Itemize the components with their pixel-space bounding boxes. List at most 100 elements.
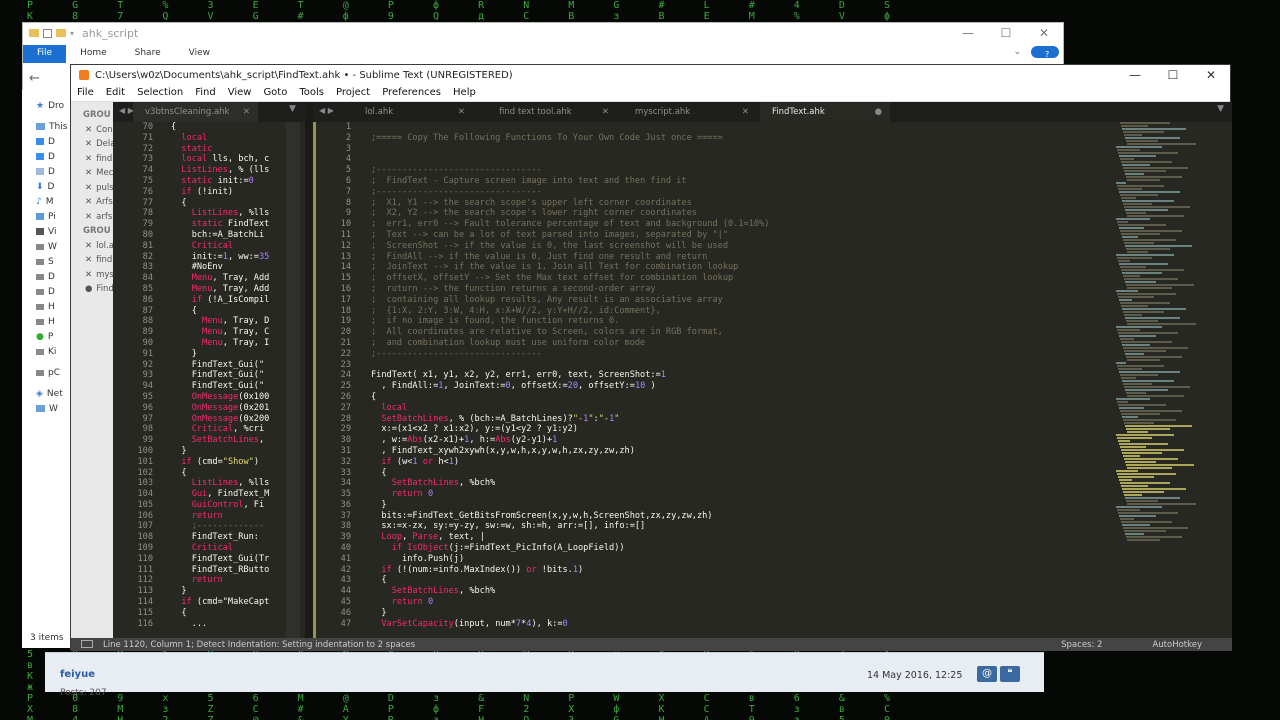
code-line[interactable]: ; if no image is found, the function ret… [371, 316, 769, 327]
code-line[interactable]: ; X1, Y1 --> the search scope's upper le… [371, 198, 769, 209]
close-icon[interactable]: ✕ [85, 139, 92, 149]
code-text[interactable]: { local static local lls, bch, c ListLin… [171, 122, 269, 629]
code-line[interactable]: ; FindAll --> if the value is 0, Just fi… [371, 252, 769, 263]
nav-item[interactable]: Pi [22, 209, 70, 224]
code-line[interactable]: OnMessage(0x100 [171, 392, 270, 403]
code-line[interactable]: SetBatchLines, %bch% [371, 586, 769, 597]
code-line[interactable]: #NoEnv [171, 262, 269, 273]
tab-share[interactable]: Share [121, 45, 175, 63]
close-icon[interactable]: ✕ [85, 241, 92, 251]
menu-find[interactable]: Find [189, 85, 222, 101]
code-line[interactable]: FindText_Gui(" [171, 381, 269, 392]
tab-menu-icon[interactable]: ▼ [1217, 104, 1224, 114]
code-line[interactable]: sx:=x-zx, sy:=y-zy, sw:=w, sh:=h, arr:=[… [371, 521, 769, 532]
sidebar-file[interactable]: ✕ lol.a [71, 239, 113, 254]
code-line[interactable]: Gui, FindText_M [171, 489, 270, 500]
menu-selection[interactable]: Selection [131, 85, 189, 101]
code-line[interactable]: ;===== Copy The Following Functions To Y… [371, 133, 769, 144]
code-line[interactable]: ... [171, 619, 269, 630]
menu-project[interactable]: Project [330, 85, 376, 101]
code-line[interactable]: ; offsetX, offsetY --> Set the Max text … [371, 273, 769, 284]
code-line[interactable]: } [371, 608, 769, 619]
nav-item[interactable]: Vi [22, 224, 70, 239]
code-line[interactable]: Loop, Parse, text, | [371, 532, 769, 543]
nav-item[interactable]: D [22, 164, 70, 179]
code-line[interactable]: return [171, 575, 269, 586]
code-line[interactable]: OnMessage(0x201 [171, 403, 270, 414]
code-line[interactable]: SetBatchLines, %bch% [371, 478, 769, 489]
code-line[interactable]: static [171, 144, 269, 155]
maximize-button[interactable]: ☐ [987, 23, 1025, 43]
code-line[interactable]: if IsObject(j:=FindText_PicInfo(A_LoopFi… [371, 543, 769, 554]
code-line[interactable]: if (!A_IsCompil [171, 295, 270, 306]
code-line[interactable]: FindText_Gui(Tr [171, 554, 270, 565]
tab-findtext[interactable]: FindText.ahk ● [760, 102, 890, 122]
close-icon[interactable]: ✕ [602, 102, 609, 122]
nav-item[interactable]: D [22, 284, 70, 299]
minimap-left[interactable] [286, 122, 300, 638]
code-line[interactable]: if (!init) [171, 187, 269, 198]
code-line[interactable]: { [171, 122, 269, 133]
code-line[interactable]: } [171, 586, 269, 597]
forum-username[interactable]: feiyue [60, 669, 95, 680]
menu-view[interactable]: View [222, 85, 258, 101]
quote-button[interactable]: ❝ [1000, 666, 1020, 682]
code-line[interactable]: local [171, 133, 269, 144]
code-line[interactable]: Menu, Tray, I [171, 338, 269, 349]
code-line[interactable]: ;-------------------------------- [371, 187, 769, 198]
code-line[interactable]: FindText_Gui(" [171, 370, 269, 381]
code-line[interactable]: FindText_Gui(" [171, 360, 269, 371]
close-icon[interactable]: ✕ [85, 212, 92, 222]
code-line[interactable]: ; X2, Y2 --> the search scope's lower ri… [371, 208, 769, 219]
code-line[interactable]: } [171, 446, 269, 457]
sidebar-file-active[interactable]: ● Find [71, 282, 113, 297]
close-icon[interactable]: ✕ [85, 168, 92, 178]
nav-item[interactable]: ◈ Net [22, 386, 70, 401]
code-line[interactable]: , FindAll:=1, JoinText:=0, offsetX:=20, … [371, 381, 769, 392]
code-line[interactable]: if (cmd="MakeCapt [171, 597, 269, 608]
menu-edit[interactable]: Edit [100, 85, 131, 101]
code-line[interactable]: local lls, bch, c [171, 154, 269, 165]
code-line[interactable]: { [171, 198, 269, 209]
nav-item[interactable]: H [22, 299, 70, 314]
nav-item[interactable]: W [22, 239, 70, 254]
code-line[interactable]: ListLines, % (lls [171, 165, 269, 176]
close-icon[interactable]: ✕ [85, 125, 92, 135]
sidebar-file[interactable]: ✕ puls [71, 181, 113, 196]
menu-tools[interactable]: Tools [293, 85, 330, 101]
code-line[interactable]: return [171, 511, 269, 522]
code-line[interactable]: local [371, 403, 769, 414]
sidebar-file[interactable]: ✕ mys [71, 268, 113, 283]
code-line[interactable] [371, 144, 769, 155]
code-line[interactable]: { [171, 306, 269, 317]
menu-file[interactable]: File [71, 85, 100, 101]
dirty-dot-icon[interactable]: ● [875, 102, 882, 122]
code-line[interactable]: ; containing all lookup results, Any res… [371, 295, 769, 306]
code-line[interactable]: } [371, 500, 769, 511]
code-line[interactable]: VarSetCapacity(input, num*7*4), k:=0 [371, 619, 769, 630]
code-line[interactable]: Critical [171, 543, 269, 554]
sidebar-file[interactable]: ✕ Arfs [71, 195, 113, 210]
tab-menu-icon[interactable]: ▼ [289, 104, 296, 114]
code-line[interactable]: if (cmd="Show") [171, 457, 269, 468]
menu-help[interactable]: Help [447, 85, 482, 101]
code-line[interactable]: OnMessage(0x200 [171, 414, 270, 425]
syntax-setting[interactable]: AutoHotkey [1152, 640, 1202, 650]
close-icon[interactable]: ✕ [85, 154, 92, 164]
tab-scroll-left-icon[interactable]: ◀ ▶ [119, 106, 134, 115]
menu-goto[interactable]: Goto [257, 85, 293, 101]
sidebar-file[interactable]: ✕ Con [71, 123, 113, 138]
code-line[interactable]: Critical [171, 241, 269, 252]
close-button[interactable]: ✕ [1192, 65, 1230, 85]
code-line[interactable]: FindText_Run: [171, 532, 269, 543]
code-line[interactable]: ; err1, err0 --> Fault tolerance percent… [371, 219, 769, 230]
code-line[interactable]: { [371, 575, 769, 586]
code-line[interactable]: , w:=Abs(x2-x1)+1, h:=Abs(y2-y1)+1 [371, 435, 769, 446]
sidebar-file[interactable]: ✕ Mec [71, 166, 113, 181]
code-line[interactable] [371, 122, 769, 133]
nav-item[interactable]: pC [22, 365, 70, 380]
nav-item[interactable]: W [22, 401, 70, 416]
code-line[interactable]: ; FindText - Capture screen image into t… [371, 176, 769, 187]
code-line[interactable]: ; JoinText --> if the value is 1, Join a… [371, 262, 769, 273]
minimize-button[interactable]: — [1116, 65, 1154, 85]
